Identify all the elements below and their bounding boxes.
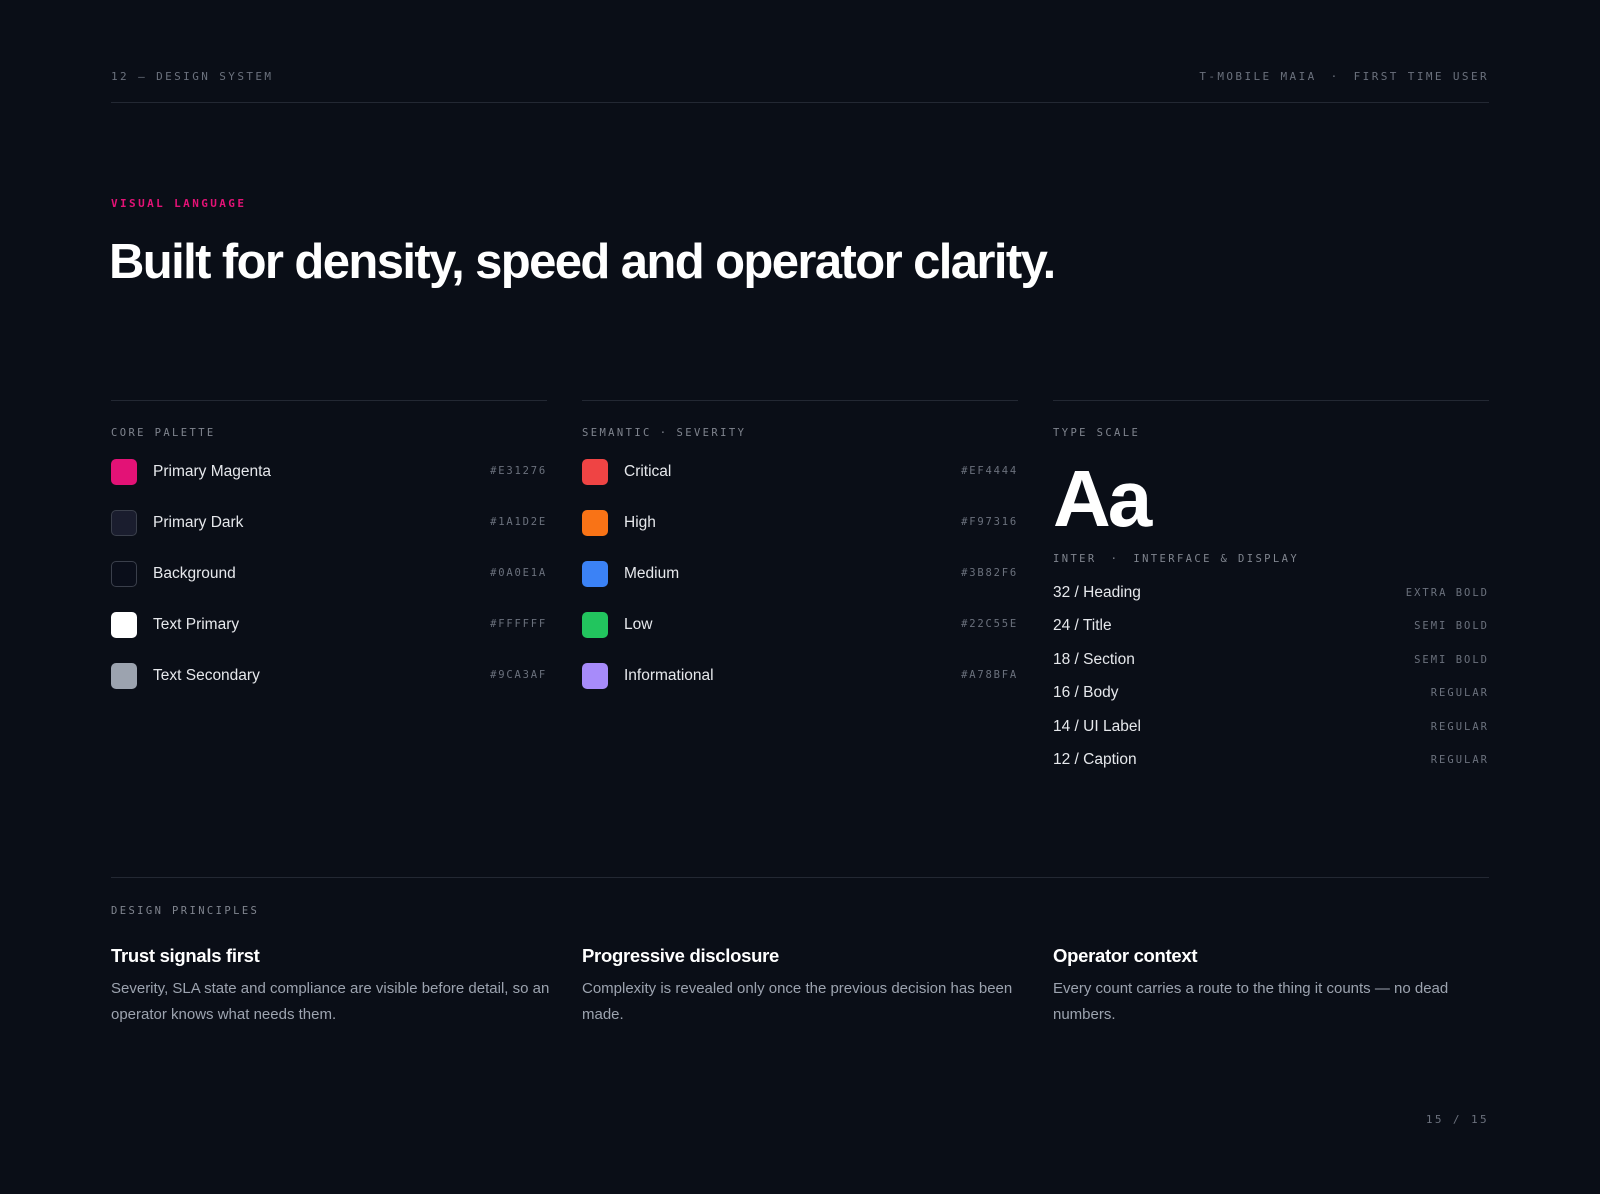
type-weight-label: SEMI BOLD [1414, 620, 1489, 633]
principle-heading: Operator context [1053, 945, 1198, 966]
color-swatch [582, 663, 608, 689]
color-hex: #1A1D2E [490, 516, 547, 528]
color-hex: #3B82F6 [961, 567, 1018, 579]
design-principles-section: DESIGN PRINCIPLES Trust signals first Se… [111, 877, 1489, 1023]
principle-body: Severity, SLA state and compliance are v… [111, 980, 550, 1023]
separator-dot: · [1330, 70, 1340, 83]
principle-card: Operator context Every count carries a r… [1053, 945, 1493, 1028]
color-name: Primary Magenta [153, 463, 272, 480]
severity-name: Informational [624, 667, 714, 684]
deck-meta: T-MOBILE MAIA · FIRST TIME USER [1199, 70, 1489, 83]
color-hex: #A78BFA [961, 669, 1018, 681]
type-weight-label: REGULAR [1430, 687, 1489, 700]
type-size-label: 32 / Heading [1053, 584, 1141, 601]
type-scale-title: TYPE SCALE [1053, 427, 1141, 439]
core-palette-title: CORE PALETTE [111, 427, 216, 439]
color-swatch [582, 561, 608, 587]
product-name: T-MOBILE MAIA [1199, 70, 1317, 83]
palette-row: Primary Magenta #E31276 [111, 458, 547, 509]
separator-dot: · [1110, 553, 1120, 565]
semantic-title-left: SEMANTIC [582, 427, 652, 439]
severity-name: High [624, 514, 656, 531]
type-row: 16 / Body REGULAR [1053, 680, 1489, 713]
font-family-line: INTER · INTERFACE & DISPLAY [1053, 553, 1489, 565]
principle-heading: Trust signals first [111, 945, 260, 966]
principle-heading: Progressive disclosure [582, 945, 779, 966]
type-sample: Aa [1053, 454, 1152, 543]
semantic-title: SEMANTIC · SEVERITY [582, 427, 1018, 439]
type-weight-label: SEMI BOLD [1414, 653, 1489, 666]
color-swatch [582, 459, 608, 485]
eyebrow-label: VISUAL LANGUAGE [111, 197, 247, 210]
type-size-label: 14 / UI Label [1053, 717, 1141, 735]
principle-card: Trust signals first Severity, SLA state … [111, 945, 551, 1028]
severity-name: Medium [624, 565, 680, 582]
type-row: 32 / Heading EXTRA BOLD [1053, 580, 1489, 613]
color-name: Background [153, 565, 236, 582]
font-use: INTERFACE & DISPLAY [1133, 553, 1300, 565]
type-scale-panel: TYPE SCALE Aa INTER · INTERFACE & DISPLAY … [1053, 400, 1489, 780]
type-row: 24 / Title SEMI BOLD [1053, 613, 1489, 646]
color-hex: #E31276 [490, 465, 547, 477]
type-weight-label: REGULAR [1430, 720, 1489, 733]
color-hex: #0A0E1A [490, 567, 547, 579]
palette-row: Text Primary #FFFFFF [111, 611, 547, 662]
color-name: Primary Dark [153, 514, 244, 531]
type-weight-label: REGULAR [1430, 753, 1489, 766]
audience-label: FIRST TIME USER [1353, 70, 1489, 83]
page-number: 15 / 15 [1425, 1113, 1489, 1126]
color-hex: #22C55E [961, 618, 1018, 630]
color-swatch [111, 561, 137, 587]
type-size-label: 12 / Caption [1053, 750, 1137, 768]
core-palette-panel: CORE PALETTE Primary Magenta #E31276 Pri… [111, 400, 547, 713]
color-swatch [111, 612, 137, 638]
separator-dot: · [659, 427, 669, 439]
severity-row: Medium #3B82F6 [582, 560, 1018, 611]
color-hex: #F97316 [961, 516, 1018, 528]
palette-row: Text Secondary #9CA3AF [111, 662, 547, 713]
severity-row: Low #22C55E [582, 611, 1018, 662]
principle-body: Every count carries a route to the thing… [1053, 980, 1449, 1023]
color-swatch [582, 612, 608, 638]
color-hex: #FFFFFF [490, 618, 547, 630]
type-size-label: 16 / Body [1053, 684, 1119, 702]
color-name: Text Secondary [153, 667, 260, 684]
font-name: INTER [1053, 553, 1097, 565]
principle-card: Progressive disclosure Complexity is rev… [582, 945, 1022, 1028]
color-swatch [111, 663, 137, 689]
semantic-severity-panel: SEMANTIC · SEVERITY Critical #EF4444 High … [582, 400, 1018, 713]
palette-row: Primary Dark #1A1D2E [111, 509, 547, 560]
severity-row: Informational #A78BFA [582, 662, 1018, 713]
semantic-title-right: SEVERITY [676, 427, 747, 439]
type-row: 12 / Caption REGULAR [1053, 747, 1489, 780]
type-size-label: 18 / Section [1053, 650, 1135, 668]
type-weight-label: EXTRA BOLD [1405, 587, 1489, 599]
color-name: Text Primary [153, 616, 240, 633]
type-size-label: 24 / Title [1053, 617, 1112, 635]
principle-body: Complexity is revealed only once the pre… [582, 980, 1013, 1023]
color-hex: #EF4444 [961, 465, 1018, 477]
severity-list: Critical #EF4444 High #F97316 Medium #3B… [582, 458, 1018, 713]
section-label: 12 — DESIGN SYSTEM [111, 70, 274, 83]
color-swatch [111, 459, 137, 485]
type-row: 14 / UI Label REGULAR [1053, 714, 1489, 747]
color-swatch [582, 510, 608, 536]
page-title: Built for density, speed and operator cl… [109, 235, 1056, 289]
type-row: 18 / Section SEMI BOLD [1053, 647, 1489, 680]
severity-row: Critical #EF4444 [582, 458, 1018, 509]
design-principles-title: DESIGN PRINCIPLES [111, 905, 260, 917]
top-bar: 12 — DESIGN SYSTEM T-MOBILE MAIA · FIRST T… [111, 68, 1489, 103]
color-hex: #9CA3AF [490, 669, 547, 681]
palette-row: Background #0A0E1A [111, 560, 547, 611]
type-scale-list: 32 / Heading EXTRA BOLD 24 / Title SEMI … [1053, 580, 1489, 780]
color-swatch [111, 510, 137, 536]
severity-name: Low [624, 616, 653, 633]
core-palette-list: Primary Magenta #E31276 Primary Dark #1A… [111, 458, 547, 713]
severity-row: High #F97316 [582, 509, 1018, 560]
severity-name: Critical [624, 463, 672, 480]
